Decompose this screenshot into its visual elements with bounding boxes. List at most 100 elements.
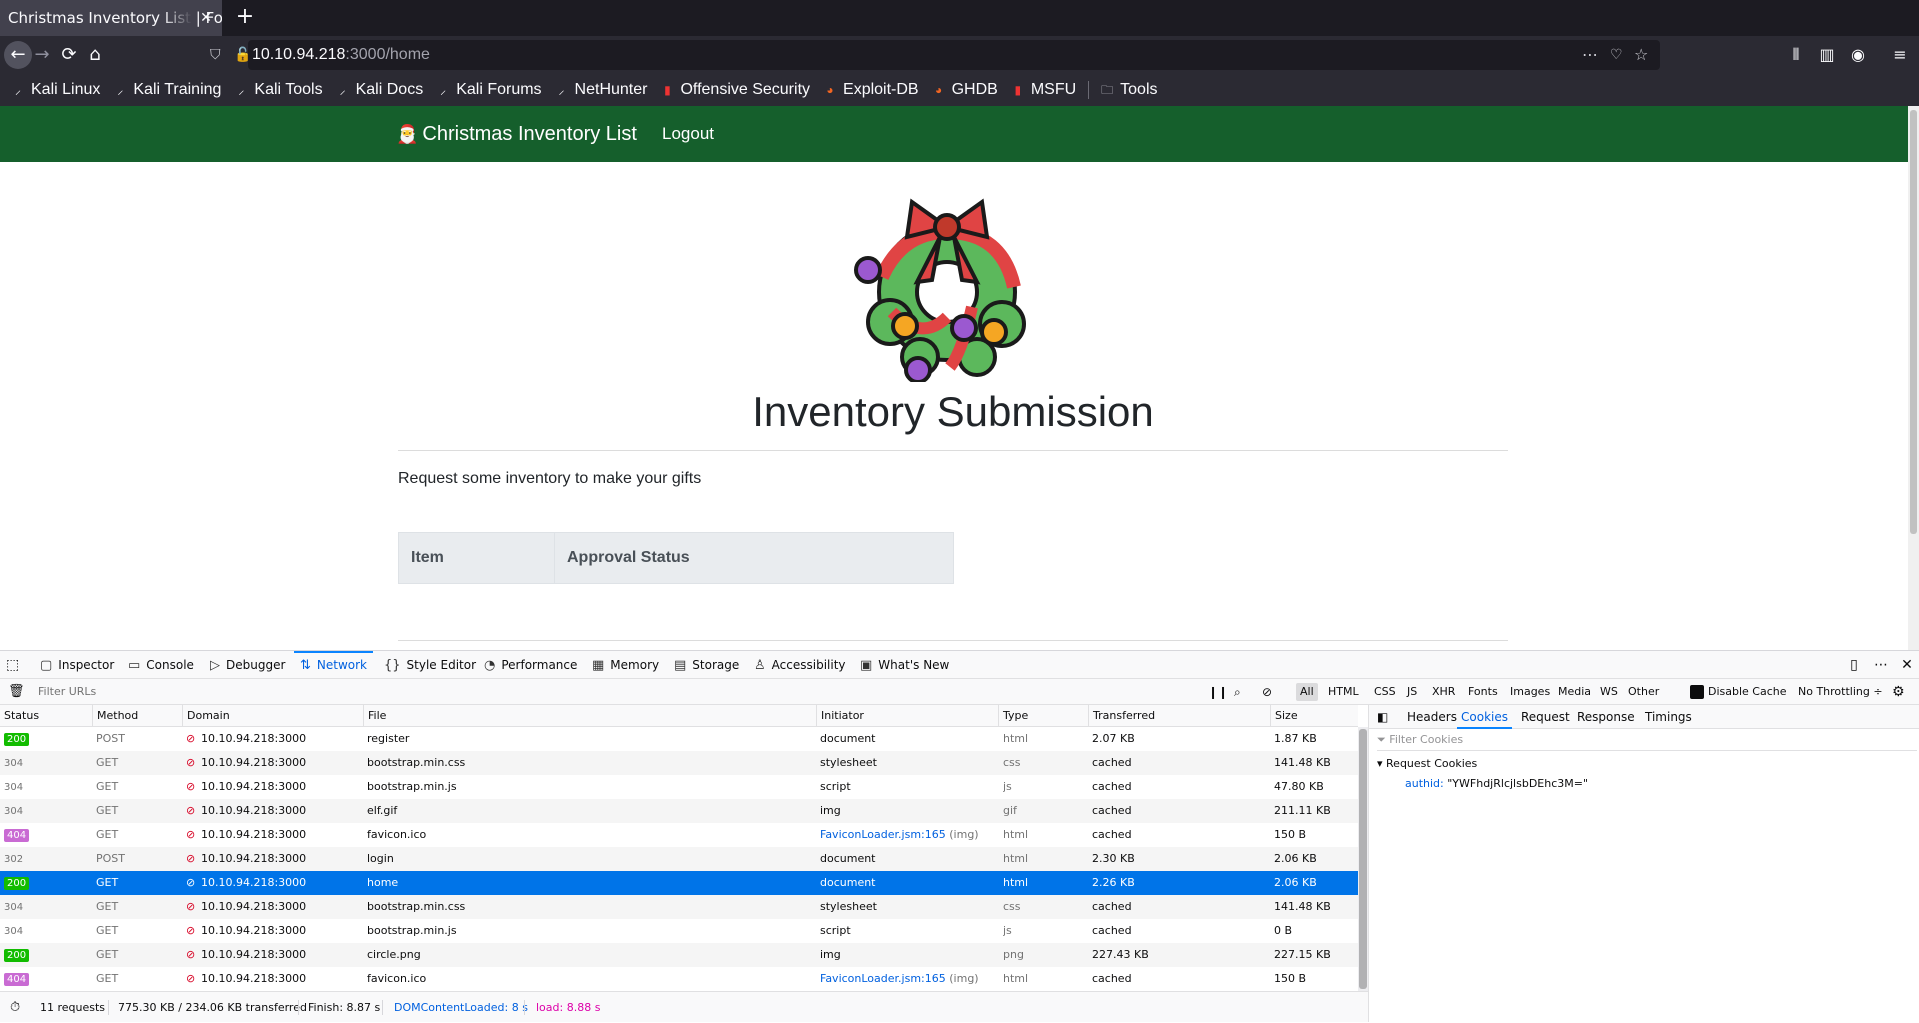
tab-style-editor[interactable]: {} Style Editor	[384, 651, 476, 679]
filter-all[interactable]: All	[1296, 683, 1318, 701]
filter-html[interactable]: HTML	[1324, 683, 1363, 701]
table-row[interactable]: 200 GET ⊘ 10.10.94.218:3000 circle.png img pn…	[0, 943, 1358, 967]
throttling-select[interactable]: No Throttling ÷	[1798, 679, 1883, 705]
site-brand[interactable]: 🎅 Christmas Inventory List	[396, 106, 637, 162]
page-scrollbar-thumb[interactable]	[1910, 110, 1917, 534]
column-type[interactable]: Type	[998, 705, 1088, 727]
table-row[interactable]: 304 GET ⊘ 10.10.94.218:3000 elf.gif img gif ca…	[0, 799, 1358, 823]
page-actions-icon[interactable]: ⋯	[1582, 40, 1598, 70]
filter-cookies-input[interactable]: ⏷ Filter Cookies	[1377, 729, 1917, 751]
sidebar-icon[interactable]: ▥	[1814, 41, 1840, 69]
block-icon[interactable]: ⊘	[1262, 679, 1272, 705]
size-cell: 141.48 KB	[1274, 900, 1331, 913]
filter-xhr[interactable]: XHR	[1428, 683, 1459, 701]
bookmark-nethunter[interactable]: ⸝ NetHunter	[554, 81, 648, 99]
filter-js[interactable]: JS	[1403, 683, 1421, 701]
column-file[interactable]: File	[363, 705, 816, 727]
tab-console[interactable]: ▭ Console	[128, 651, 194, 679]
table-row[interactable]: 304 GET ⊘ 10.10.94.218:3000 bootstrap.min.js…	[0, 919, 1358, 943]
cookie-entry[interactable]: authid: "YWFhdjRlcjlsbDEhc3M="	[1405, 775, 1588, 793]
table-row[interactable]: 200 POST ⊘ 10.10.94.218:3000 register documen…	[0, 727, 1358, 751]
tab-headers[interactable]: Headers	[1407, 705, 1457, 729]
tab-network[interactable]: ⇅ Network	[294, 651, 374, 679]
column-transferred[interactable]: Transferred	[1088, 705, 1270, 727]
brand-label: Christmas Inventory List	[422, 123, 637, 145]
table-row[interactable]: 404 GET ⊘ 10.10.94.218:3000 favicon.ico Favic…	[0, 823, 1358, 847]
page-scrollbar[interactable]	[1908, 106, 1919, 650]
disable-cache-label[interactable]: Disable Cache	[1708, 679, 1787, 705]
initiator-text[interactable]: FaviconLoader.jsm:165	[820, 828, 946, 841]
tab-memory[interactable]: ▦ Memory	[592, 651, 659, 679]
column-size[interactable]: Size	[1270, 705, 1358, 727]
browser-tab[interactable]: Christmas Inventory List | Fo ✕	[0, 0, 222, 36]
filter-urls-input[interactable]: Filter URLs	[38, 679, 96, 705]
bookmark-offensive-security[interactable]: ▮ Offensive Security	[659, 81, 810, 99]
bookmark-msfu[interactable]: ▮ MSFU	[1010, 81, 1077, 99]
close-devtools-icon[interactable]: ✕	[1896, 651, 1918, 679]
filter-fonts[interactable]: Fonts	[1464, 683, 1502, 701]
column-method[interactable]: Method	[92, 705, 182, 727]
filter-css[interactable]: CSS	[1370, 683, 1400, 701]
bookmark-kali-tools[interactable]: ⸝ Kali Tools	[233, 81, 322, 99]
bookmark-star-icon[interactable]: ☆	[1634, 40, 1648, 70]
table-row[interactable]: 404 GET ⊘ 10.10.94.218:3000 favicon.ico Favic…	[0, 967, 1358, 991]
table-row[interactable]: 200 GET ⊘ 10.10.94.218:3000 home document htm…	[0, 871, 1358, 895]
tab-timings[interactable]: Timings	[1645, 705, 1692, 729]
tab-storage[interactable]: ▤ Storage	[674, 651, 739, 679]
tab-cookies[interactable]: Cookies	[1457, 705, 1512, 729]
bookmark-folder-tools[interactable]: 🗀 Tools	[1099, 81, 1157, 99]
devtools-options-icon[interactable]: ⋯	[1870, 651, 1892, 679]
search-icon[interactable]: ⌕	[1234, 679, 1241, 705]
bookmark-kali-docs[interactable]: ⸝ Kali Docs	[335, 81, 424, 99]
table-row[interactable]: 304 GET ⊘ 10.10.94.218:3000 bootstrap.min.cs…	[0, 751, 1358, 775]
trash-icon[interactable]: 🗑	[8, 679, 25, 705]
dock-side-icon[interactable]: ▯	[1843, 651, 1865, 679]
toggle-panel-icon[interactable]: ◧	[1377, 705, 1388, 729]
tab-debugger[interactable]: ▷ Debugger	[210, 651, 285, 679]
tab-performance[interactable]: ◔ Performance	[484, 651, 577, 679]
bookmark-kali-linux[interactable]: ⸝ Kali Linux	[10, 81, 100, 99]
request-cookies-section[interactable]: ▾ Request Cookies	[1377, 755, 1477, 773]
filter-media[interactable]: Media	[1554, 683, 1595, 701]
bookmark-ghdb[interactable]: ◕ GHDB	[931, 81, 998, 99]
filter-images[interactable]: Images	[1506, 683, 1554, 701]
shield-icon[interactable]: ⛉	[210, 40, 221, 70]
bookmark-kali-training[interactable]: ⸝ Kali Training	[112, 81, 221, 99]
tab-inspector[interactable]: ▢ Inspector	[40, 651, 114, 679]
logout-link[interactable]: Logout	[662, 106, 714, 162]
bookmark-exploit-db[interactable]: ◕ Exploit-DB	[822, 81, 918, 99]
domain-text: 10.10.94.218:3000	[201, 828, 307, 841]
initiator-text[interactable]: FaviconLoader.jsm:165	[820, 972, 946, 985]
home-button[interactable]: ⌂	[81, 41, 109, 69]
tab-accessibility[interactable]: ♙ Accessibility	[754, 651, 846, 679]
insecure-lock-icon[interactable]: 🔓	[234, 40, 251, 70]
url-bar[interactable]: ⛉ 🔓 10.10.94.218:3000/home ⋯ ♡ ☆	[210, 40, 1660, 70]
filter-other[interactable]: Other	[1624, 683, 1663, 701]
gear-icon[interactable]: ⚙	[1892, 679, 1905, 705]
table-row[interactable]: 302 POST ⊘ 10.10.94.218:3000 login document h…	[0, 847, 1358, 871]
library-icon[interactable]: ⫴	[1783, 41, 1809, 69]
url-text[interactable]: 10.10.94.218:3000/home	[252, 40, 430, 70]
pocket-icon[interactable]: ♡	[1610, 40, 1623, 70]
bookmarks-toolbar: ⸝ Kali Linux ⸝ Kali Training ⸝ Kali Tools ⸝…	[0, 74, 1919, 106]
column-initiator[interactable]: Initiator	[816, 705, 998, 727]
forward-button[interactable]: →	[28, 41, 56, 69]
table-row[interactable]: 304 GET ⊘ 10.10.94.218:3000 bootstrap.min.cs…	[0, 895, 1358, 919]
tab-request[interactable]: Request	[1521, 705, 1570, 729]
pause-icon[interactable]: ❙❙	[1208, 679, 1228, 705]
tab-whats-new[interactable]: ▣ What's New	[860, 651, 949, 679]
disable-cache-checkbox[interactable]	[1690, 685, 1704, 699]
bookmark-kali-forums[interactable]: ⸝ Kali Forums	[435, 81, 541, 99]
reload-button[interactable]: ⟳	[55, 41, 83, 69]
tab-response[interactable]: Response	[1577, 705, 1635, 729]
new-tab-button[interactable]: +	[230, 0, 260, 36]
requests-scrollbar[interactable]	[1358, 727, 1368, 991]
column-domain[interactable]: Domain	[182, 705, 363, 727]
filter-ws[interactable]: WS	[1596, 683, 1622, 701]
requests-scrollbar-thumb[interactable]	[1359, 729, 1367, 989]
account-icon[interactable]: ◉	[1845, 41, 1871, 69]
element-picker-icon[interactable]: ⬚	[6, 651, 19, 679]
close-tab-icon[interactable]: ✕	[196, 0, 216, 36]
table-row[interactable]: 304 GET ⊘ 10.10.94.218:3000 bootstrap.min.js…	[0, 775, 1358, 799]
menu-icon[interactable]: ≡	[1887, 41, 1913, 69]
